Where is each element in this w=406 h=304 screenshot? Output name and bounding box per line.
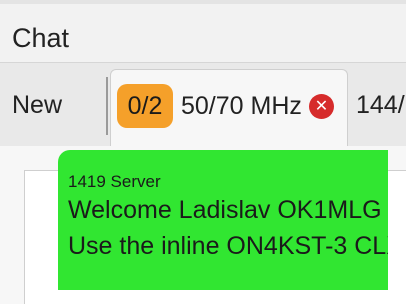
tab-50-70-mhz[interactable]: 0/2 50/70 MHz ✕ bbox=[110, 69, 348, 147]
chat-content: 1419 Server Welcome Ladislav OK1MLG o Us… bbox=[0, 146, 406, 304]
message-line: Use the inline ON4KST-3 CLX bbox=[68, 232, 388, 260]
tab-144-mhz[interactable]: 144/ bbox=[356, 73, 405, 137]
message-line: Welcome Ladislav OK1MLG o bbox=[68, 196, 388, 224]
top-cropped-area bbox=[0, 0, 406, 4]
tab-bar: New 0/2 50/70 MHz ✕ 144/ bbox=[0, 62, 406, 147]
tab-label: 50/70 MHz bbox=[181, 91, 302, 120]
message-bubble: 1419 Server Welcome Ladislav OK1MLG o Us… bbox=[58, 150, 388, 290]
panel-title: Chat bbox=[12, 23, 70, 53]
tab-new[interactable]: New bbox=[0, 73, 106, 137]
close-icon[interactable]: ✕ bbox=[309, 94, 334, 119]
message-sender: 1419 Server bbox=[68, 172, 161, 191]
tab-divider bbox=[106, 77, 108, 135]
unread-badge: 0/2 bbox=[117, 84, 173, 128]
